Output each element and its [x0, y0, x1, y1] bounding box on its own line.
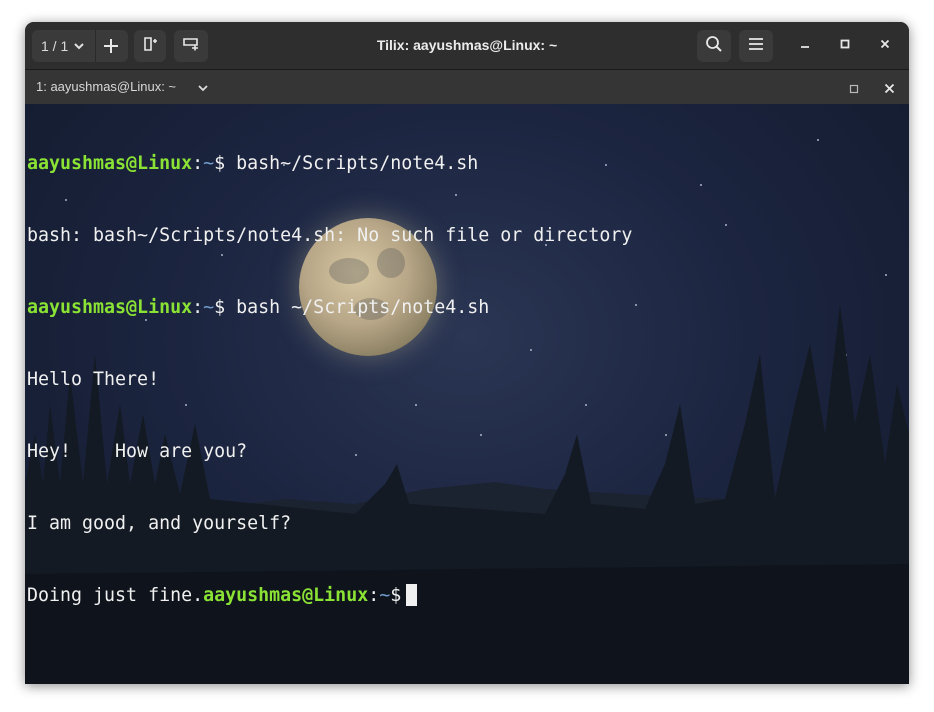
terminal-line: aayushmas@Linux:~$ bash ~/Scripts/note4.…	[27, 297, 490, 318]
menu-icon	[747, 36, 765, 57]
terminal-title-bar: 1: aayushmas@Linux: ~	[25, 70, 909, 104]
maximize-button[interactable]	[834, 35, 856, 57]
terminal-line: bash: bash~/Scripts/note4.sh: No such fi…	[27, 225, 633, 246]
text-cursor	[406, 584, 418, 606]
terminal-line: aayushmas@Linux:~$ bash~/Scripts/note4.s…	[27, 153, 479, 174]
terminal-output: aayushmas@Linux:~$ bash~/Scripts/note4.s…	[27, 104, 632, 656]
terminal-line: Hey! How are you?	[27, 441, 248, 462]
terminal-window: 1 / 1 Tilix: aayushmas@Linux: ~ 1: aayus…	[25, 22, 909, 684]
minimize-icon	[799, 37, 811, 55]
search-icon	[705, 35, 723, 58]
maximize-icon	[839, 37, 851, 55]
terminal-close-icon[interactable]	[884, 81, 895, 99]
close-button[interactable]	[874, 35, 896, 57]
chevron-down-icon[interactable]	[197, 81, 209, 99]
search-button[interactable]	[697, 30, 731, 62]
window-title: Tilix: aayushmas@Linux: ~	[376, 37, 558, 53]
close-icon	[879, 37, 891, 55]
terminal-line: I am good, and yourself?	[27, 513, 292, 534]
terminal-maximize-icon[interactable]	[849, 81, 859, 99]
terminal-area[interactable]: aayushmas@Linux:~$ bash~/Scripts/note4.s…	[25, 104, 909, 684]
terminal-title[interactable]: 1: aayushmas@Linux: ~	[36, 79, 176, 94]
terminal-line: Doing just fine.aayushmas@Linux:~$	[27, 584, 632, 608]
menu-button[interactable]	[739, 30, 773, 62]
terminal-line: Hello There!	[27, 369, 160, 390]
minimize-button[interactable]	[794, 35, 816, 57]
header-bar: 1 / 1 Tilix: aayushmas@Linux: ~	[25, 22, 909, 70]
